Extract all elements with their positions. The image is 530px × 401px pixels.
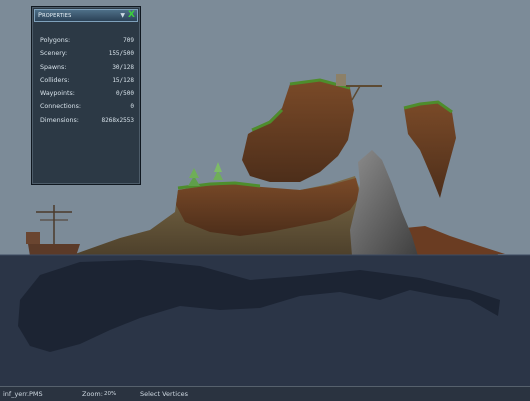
stat-value: 8268x2553 xyxy=(101,117,134,124)
stat-spawns: Spawns: 30/128 xyxy=(40,64,134,73)
stat-label: Colliders: xyxy=(40,77,70,84)
stat-value: 0/500 xyxy=(115,90,134,97)
status-tool-mode: Select Vertices xyxy=(140,390,189,398)
stat-dimensions: Dimensions: 8268x2553 xyxy=(40,117,134,126)
stat-label: Waypoints: xyxy=(40,90,75,97)
chevron-down-icon[interactable]: ▼ xyxy=(120,12,125,19)
stat-value: 709 xyxy=(123,37,134,44)
stat-value: 15/128 xyxy=(112,77,134,84)
stat-label: Dimensions: xyxy=(40,117,79,124)
stat-label: Connections: xyxy=(40,103,82,110)
stat-value: 30/128 xyxy=(112,64,134,71)
stat-label: Scenery: xyxy=(40,50,68,57)
stat-colliders: Colliders: 15/128 xyxy=(40,77,134,86)
stat-connections: Connections: 0 xyxy=(40,103,134,112)
status-zoom-label: Zoom: xyxy=(82,390,103,398)
close-button[interactable]: X xyxy=(127,10,136,21)
status-filename: inf_yerr.PMS xyxy=(3,390,43,398)
stat-value: 155/500 xyxy=(108,50,134,57)
properties-panel[interactable]: Properties ▼ X Polygons: 709 Scenery: 15… xyxy=(31,6,141,185)
stat-label: Spawns: xyxy=(40,64,67,71)
stat-label: Polygons: xyxy=(40,37,71,44)
stat-waypoints: Waypoints: 0/500 xyxy=(40,90,134,99)
status-zoom-value: 20% xyxy=(104,390,117,397)
stat-value: 0 xyxy=(130,103,134,110)
properties-title: Properties xyxy=(38,11,72,19)
properties-header[interactable]: Properties ▼ X xyxy=(34,9,138,22)
stat-scenery: Scenery: 155/500 xyxy=(40,50,134,59)
stat-polygons: Polygons: 709 xyxy=(40,37,134,46)
status-bar: inf_yerr.PMS Zoom: 20% Select Vertices xyxy=(0,386,530,401)
